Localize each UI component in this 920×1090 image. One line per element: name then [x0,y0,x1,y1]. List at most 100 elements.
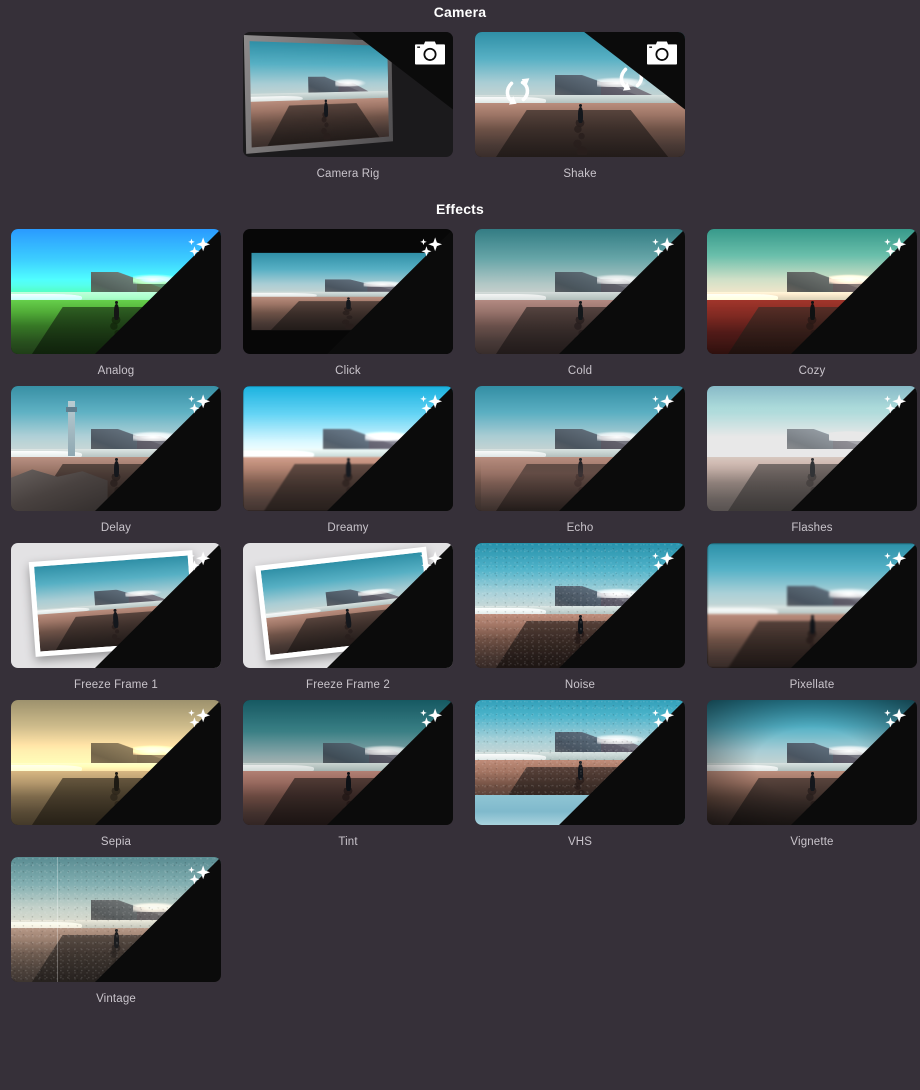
cloud-layer [596,588,648,598]
walking-person [577,104,583,123]
effect-tile[interactable]: Freeze Frame 1 [11,543,221,700]
effect-label: Shake [563,168,597,180]
effect-thumbnail[interactable] [11,700,221,825]
camera-grid: Camera Rig Shake [243,32,909,189]
effect-tile[interactable]: Noise [475,543,685,700]
thumbnail-photo [707,229,917,354]
walking-person [809,458,815,477]
effect-tile[interactable]: Vintage [11,857,221,1014]
walking-person [113,929,119,948]
effect-tile[interactable]: Cold [475,229,685,386]
footprints [336,307,360,329]
thumbnail-photo [243,700,453,825]
effects-grid: Analog Click Cold Cozy Delay Dreamy Echo… [11,229,917,1014]
effect-thumbnail[interactable] [475,386,685,511]
effect-label: Vintage [96,993,136,1005]
effect-thumbnail[interactable] [11,543,221,668]
walking-person [577,615,583,634]
cloud-layer [828,588,880,598]
effect-thumbnail[interactable] [11,386,221,511]
walking-person [346,297,351,310]
effect-thumbnail[interactable] [707,700,917,825]
walking-person [577,301,583,320]
effect-tile[interactable]: Shake [475,32,685,189]
thumbnail-photo [11,857,221,982]
cloud-layer [335,78,367,87]
footprints [335,787,361,823]
footprints [567,119,593,155]
effect-tile[interactable]: Camera Rig [243,32,453,189]
effect-label: Freeze Frame 1 [74,679,158,691]
walking-person [113,301,119,320]
footprints [567,316,593,352]
thumbnail-photo [475,32,685,157]
effect-thumbnail[interactable] [475,32,685,157]
effect-label: Analog [97,365,135,377]
thumbnail-photo [707,386,917,511]
camera-glyph [415,41,445,65]
effect-label: Flashes [791,522,833,534]
thumbnail-photo [475,543,685,668]
cloud-layer [596,274,648,284]
effect-label: Freeze Frame 2 [306,679,390,691]
thumbnail-photo [707,543,917,668]
cloud-layer [132,274,184,284]
effect-tile[interactable]: Vignette [707,700,917,857]
effect-tile[interactable]: Dreamy [243,386,453,543]
effect-label: Vignette [790,836,834,848]
effect-tile[interactable]: Sepia [11,700,221,857]
cloud-layer [363,280,410,287]
footprints [103,787,129,823]
effect-thumbnail[interactable] [475,543,685,668]
effect-thumbnail[interactable] [243,386,453,511]
effect-tile[interactable]: Echo [475,386,685,543]
cloud-layer [364,431,416,441]
camera-icon [415,39,445,67]
cloud-layer [828,431,880,441]
effect-label: Cozy [798,365,826,377]
cloud-layer [132,902,184,912]
walking-person [345,458,351,477]
effect-label: Camera Rig [316,168,380,180]
footprints [335,473,361,509]
effect-thumbnail[interactable] [11,857,221,982]
effect-thumbnail[interactable] [707,229,917,354]
echo-ghost [481,386,685,511]
effect-thumbnail[interactable] [11,229,221,354]
effect-tile[interactable]: Pixellate [707,543,917,700]
effect-tile[interactable]: Tint [243,700,453,857]
effect-thumbnail[interactable] [243,700,453,825]
vignette-overlay [707,700,917,825]
effect-tile[interactable]: VHS [475,700,685,857]
footprints [799,316,825,352]
effect-label: VHS [567,836,593,848]
effect-thumbnail[interactable] [243,229,453,354]
effect-thumbnail[interactable] [707,386,917,511]
effect-thumbnail[interactable] [707,543,917,668]
film-scratch [57,857,59,982]
polaroid-frame [28,549,200,657]
effect-tile[interactable]: Freeze Frame 2 [243,543,453,700]
effect-thumbnail[interactable] [243,32,453,157]
effect-thumbnail[interactable] [475,700,685,825]
effect-label: Noise [564,679,596,691]
effect-tile[interactable]: Analog [11,229,221,386]
footprints [567,630,593,666]
effect-tile[interactable]: Cozy [707,229,917,386]
vhs-band [475,795,685,825]
walking-person [113,772,119,791]
effect-tile[interactable]: Flashes [707,386,917,543]
thumbnail-photo [260,551,432,655]
effect-label: Dreamy [327,522,369,534]
cloud-layer [132,745,184,755]
effect-thumbnail[interactable] [243,543,453,668]
effect-tile[interactable]: Delay [11,386,221,543]
cloud-layer [596,77,648,87]
thumbnail-photo [249,40,389,147]
thumbnail-photo [34,554,194,652]
effect-tile[interactable]: Click [243,229,453,386]
effect-label: Tint [338,836,358,848]
effect-label: Delay [100,522,132,534]
footprints [799,473,825,509]
effect-thumbnail[interactable] [475,229,685,354]
